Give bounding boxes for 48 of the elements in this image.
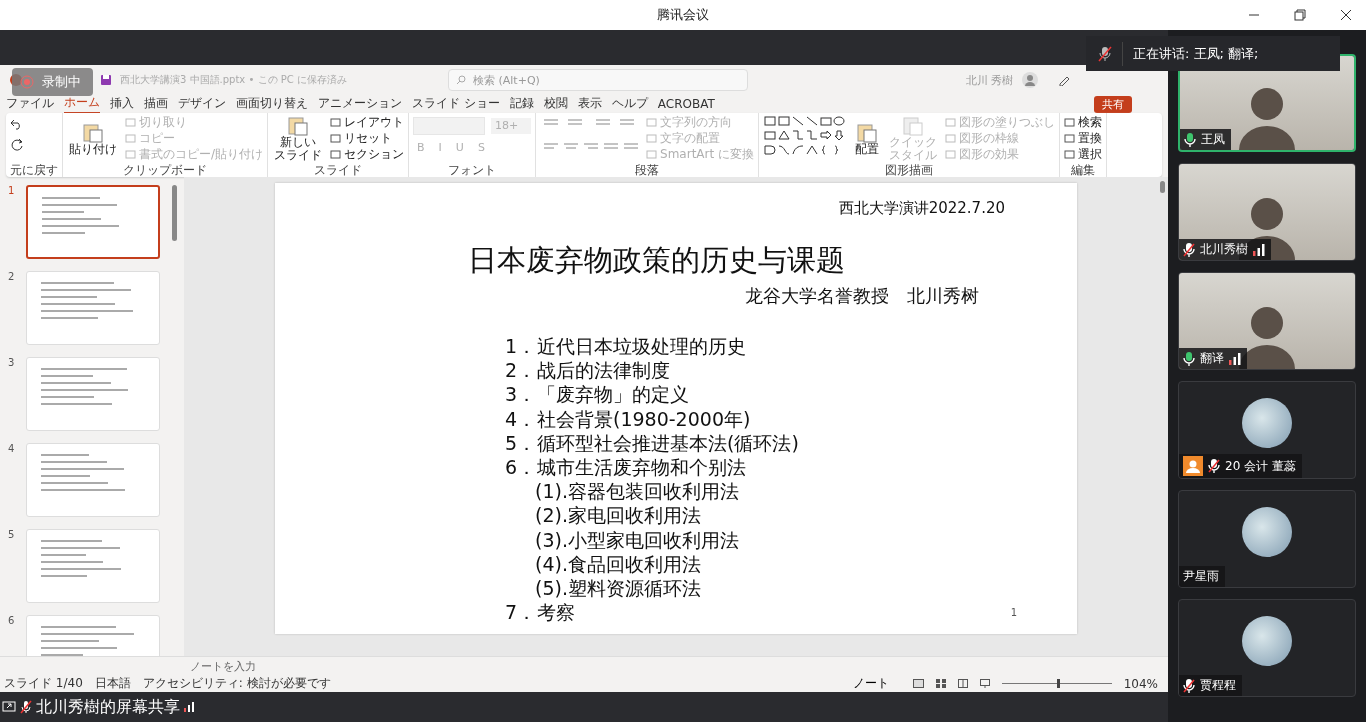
recording-label: 录制中 [42,73,81,91]
list-number: 5． [505,430,537,455]
list-number: 6． [505,455,537,480]
list-subitem: (5).塑料资源循环法 [534,576,702,601]
slide-number: 1 [8,185,16,198]
list-subitem: (4).食品回收利用法 [534,551,702,577]
user-name: 北川 秀樹 [966,72,1014,88]
list-number: 3． [505,382,537,407]
group-label: 元に戻す [10,163,58,177]
slide-number: 2 [8,271,16,284]
slide-title: 日本废弃物政策的历史与课题 [468,242,845,279]
slide-author: 龙谷大学名誉教授 北川秀树 [745,284,979,308]
slide-number: 5 [8,529,16,542]
list-item: 战后的法律制度 [537,358,670,383]
list-item: 「废弃物」的定义 [537,382,689,407]
list-number: 1． [505,334,537,359]
file-title: 西北大学講演3 中国語.pptx • この PC に保存済み [120,73,348,87]
list-subitem: (1).容器包装回收利用法 [534,479,740,504]
list-subitem: (2).家电回收利用法 [534,503,702,528]
participant-name: 翻译 [1200,350,1224,367]
participant-name: 20 会计 董蕊 [1225,457,1296,475]
group-label: フォント [447,163,498,177]
screen-share-label: 北川秀樹的屏幕共享 [36,696,180,718]
list-item: 循环型社会推进基本法(循环法) [537,430,799,455]
group-label: 編集 [1070,163,1096,177]
participant-name: 尹星雨 [1183,568,1219,585]
participant-name: 北川秀樹 [1200,241,1248,258]
list-number: 7． [505,600,537,625]
list-item: 城市生活废弃物和个别法 [537,455,746,480]
list-number: 2． [505,358,537,383]
page-number: 1 [1010,607,1017,618]
slide-number: 3 [8,357,16,370]
group-label: 段落 [634,163,661,177]
list-number: 4． [505,406,537,431]
participant-name: 王凤 [1201,131,1225,148]
slide-number: 6 [8,615,16,628]
group-label: 図形描画 [884,163,934,177]
list-item: 社会背景(1980-2000年) [537,406,751,431]
list-item: 近代日本垃圾处理的历史 [537,334,746,359]
group-label: スライド [313,163,364,177]
group-label: クリップボード [122,163,208,177]
list-subitem: (3).小型家电回收利用法 [534,527,740,552]
list-item: 考察 [537,600,575,625]
slide-header: 西北大学演讲2022.7.20 [838,199,1005,218]
slide-counter: スライド 1/40 [4,675,83,692]
participant-name: 贾程程 [1200,677,1236,694]
window-title: 腾讯会议 [657,6,709,24]
slide-number: 4 [8,443,16,456]
